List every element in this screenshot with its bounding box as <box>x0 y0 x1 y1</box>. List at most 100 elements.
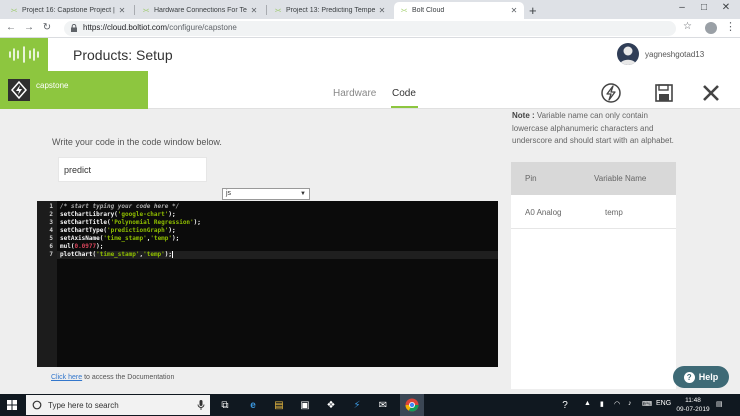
bolt-logo-icon <box>9 46 39 63</box>
clock-date: 09-07-2019 <box>676 406 710 413</box>
dropbox-icon[interactable]: ❖ <box>324 398 338 412</box>
volume-icon[interactable]: ♪ <box>628 400 632 407</box>
lock-icon <box>71 24 77 32</box>
help-tray-icon[interactable]: ? <box>558 398 572 412</box>
file-explorer-icon[interactable]: ▤ <box>272 398 286 412</box>
bolt-logo[interactable] <box>0 38 48 71</box>
notifications-icon[interactable]: ▤ <box>716 400 723 408</box>
code-line: setAxisName('time_stamp','temp'); <box>60 235 180 242</box>
close-tab-icon[interactable]: ✕ <box>250 6 258 15</box>
note-label: Note : <box>512 111 535 120</box>
tab-separator <box>266 5 267 15</box>
bolt-device-icon <box>11 80 27 100</box>
text-cursor <box>172 251 174 258</box>
username[interactable]: yagneshgotad13 <box>645 50 704 59</box>
code-line: setChartLibrary('google-chart'); <box>60 211 176 218</box>
store-icon[interactable]: ▣ <box>298 398 312 412</box>
search-placeholder: Type here to search <box>48 401 119 410</box>
keyboard-icon[interactable]: ⌨ <box>642 400 652 408</box>
boltiot-favicon-icon: ⪥ <box>400 6 408 14</box>
code-line: /* start typing your code here */ <box>60 203 180 210</box>
tab-code[interactable]: Code <box>392 88 416 99</box>
save-icon[interactable] <box>653 82 675 104</box>
app-header: Products: Setup yagneshgotad13 <box>0 38 740 71</box>
page-title: Products: Setup <box>73 47 173 63</box>
url-path: /configure/capstone <box>167 23 237 32</box>
code-line: mul(0.0977); <box>60 243 104 250</box>
active-tab-underline <box>391 106 418 108</box>
task-view-icon[interactable]: ⧉ <box>218 398 232 412</box>
tab-title: Hardware Connections For Temp <box>154 7 247 14</box>
reload-icon[interactable]: ↻ <box>40 22 54 33</box>
tab-title: Project 16: Capstone Project | Bo <box>22 7 115 14</box>
forward-arrow-icon[interactable]: → <box>22 22 36 33</box>
url-bar[interactable]: https://cloud.boltiot.com/configure/caps… <box>64 21 676 36</box>
tab-title: Project 13: Predicting Temperatu <box>286 7 375 14</box>
edge-browser-icon[interactable]: e <box>246 398 260 412</box>
tab-title: Bolt Cloud <box>412 7 445 14</box>
clock-time: 11:48 <box>685 397 701 404</box>
browser-tab-1[interactable]: ⪥ Project 16: Capstone Project | Bo ✕ <box>4 2 132 19</box>
search-icon <box>32 400 42 410</box>
browser-tab-2[interactable]: ⪥ Hardware Connections For Temp ✕ <box>136 2 264 19</box>
browser-menu-icon[interactable]: ⋮ <box>725 20 736 33</box>
boltiot-favicon-icon: ⪥ <box>142 6 150 14</box>
code-line: plotChart('time_stamp','temp'); <box>60 251 174 258</box>
line-number: 5 <box>49 235 53 242</box>
deploy-bolt-icon[interactable] <box>600 82 622 104</box>
line-number: 6 <box>49 243 53 250</box>
windows-start-icon[interactable] <box>7 400 17 410</box>
device-icon <box>8 79 30 101</box>
code-editor[interactable]: 1 2 3 4 5 6 7 /* start typing your code … <box>37 201 498 367</box>
code-instruction: Write your code in the code window below… <box>52 137 222 147</box>
url-text: https://cloud.boltiot.com/configure/caps… <box>83 23 237 32</box>
line-number: 7 <box>49 251 53 258</box>
language-selected-value: js <box>226 190 232 197</box>
device-bar: capstone <box>0 71 148 109</box>
code-line: setChartTitle('Polynomial Regression'); <box>60 219 201 226</box>
documentation-text: to access the Documentation <box>82 374 175 381</box>
help-label: Help <box>698 372 719 382</box>
url-host: https://cloud.boltiot.com <box>83 23 168 32</box>
bookmark-star-icon[interactable]: ☆ <box>683 21 692 32</box>
new-tab-icon[interactable]: + <box>529 3 537 18</box>
system-clock[interactable]: 11:48 09-07-2019 <box>676 396 710 414</box>
battery-icon[interactable]: ▮ <box>600 400 604 408</box>
chrome-browser-icon[interactable] <box>405 398 419 412</box>
code-line-text: plotChart('time_stamp','temp'); <box>60 251 173 258</box>
browser-tab-strip: ⪥ Project 16: Capstone Project | Bo ✕ ⪥ … <box>0 0 740 19</box>
back-arrow-icon[interactable]: ← <box>4 22 18 33</box>
taskbar-search-input[interactable]: Type here to search <box>26 395 210 415</box>
help-button[interactable]: ? Help <box>673 366 729 388</box>
maximize-icon[interactable]: □ <box>694 2 714 13</box>
note-body: Variable name can only contain lowercase… <box>512 111 674 145</box>
window-close-icon[interactable]: ✕ <box>716 2 736 13</box>
filename-input[interactable] <box>58 157 207 182</box>
documentation-link[interactable]: Click here <box>51 374 82 381</box>
network-status-icon[interactable]: ▲ <box>584 400 591 407</box>
microphone-icon[interactable] <box>197 400 205 410</box>
variable-note: Note : Variable name can only contain lo… <box>512 110 676 148</box>
editor-gutter: 1 2 3 4 5 6 7 <box>37 201 57 367</box>
boltiot-favicon-icon: ⪥ <box>10 6 18 14</box>
avatar[interactable] <box>617 43 639 65</box>
browser-tab-active[interactable]: ⪥ Bolt Cloud ✕ <box>394 2 524 19</box>
close-tab-icon[interactable]: ✕ <box>378 6 386 15</box>
browser-profile-icon[interactable] <box>705 22 717 34</box>
minimize-icon[interactable]: – <box>672 2 692 13</box>
language-indicator[interactable]: ENG <box>656 400 671 407</box>
close-tab-icon[interactable]: ✕ <box>510 6 518 15</box>
line-number: 4 <box>49 227 53 234</box>
mail-icon[interactable]: ✉ <box>376 398 390 412</box>
close-tab-icon[interactable]: ✕ <box>118 6 126 15</box>
table-cell-variable: temp <box>605 208 623 217</box>
close-icon[interactable] <box>700 82 722 104</box>
table-header: Pin Variable Name <box>511 162 676 195</box>
language-select[interactable]: js ▼ <box>222 188 310 200</box>
tab-hardware[interactable]: Hardware <box>333 88 376 99</box>
line-number: 3 <box>49 219 53 226</box>
wifi-icon[interactable]: ◠ <box>614 400 620 408</box>
visual-studio-code-icon[interactable]: ⚡ <box>350 398 364 412</box>
documentation-row: Click here to access the Documentation <box>51 374 174 381</box>
browser-tab-3[interactable]: ⪥ Project 13: Predicting Temperatu ✕ <box>268 2 392 19</box>
